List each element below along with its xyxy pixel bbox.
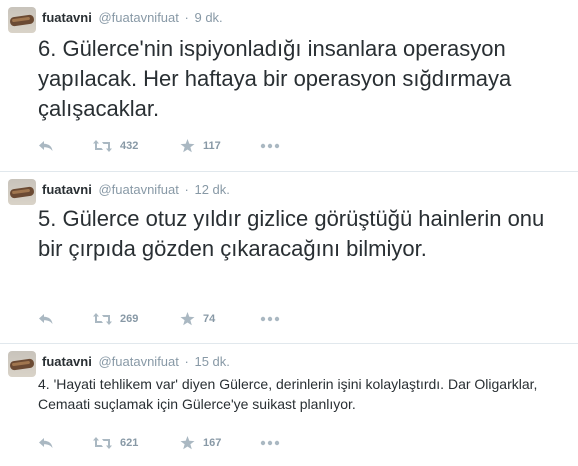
retweet-button[interactable]: 269 xyxy=(93,310,138,328)
more-button[interactable] xyxy=(260,137,280,155)
avatar[interactable] xyxy=(8,351,36,377)
more-button[interactable] xyxy=(260,434,280,452)
user-name[interactable]: fuatavni xyxy=(42,182,92,197)
reply-icon xyxy=(39,314,53,324)
user-handle[interactable]: @fuatavnifuat xyxy=(98,10,178,25)
reply-button[interactable] xyxy=(38,310,54,328)
separator-dot: · xyxy=(184,354,189,369)
user-handle[interactable]: @fuatavnifuat xyxy=(98,354,178,369)
tweet: fuatavni @fuatavnifuat · 15 dk. 4. 'Haya… xyxy=(0,344,578,466)
more-icon xyxy=(260,143,280,149)
favorite-count: 117 xyxy=(203,140,221,152)
retweet-button[interactable]: 621 xyxy=(93,434,138,452)
timestamp[interactable]: 15 dk. xyxy=(194,354,229,369)
timestamp[interactable]: 12 dk. xyxy=(194,182,229,197)
more-button[interactable] xyxy=(260,310,280,328)
more-icon xyxy=(260,440,280,446)
retweet-count: 621 xyxy=(120,437,139,449)
retweet-count: 269 xyxy=(120,313,139,325)
favorite-button[interactable]: 167 xyxy=(180,434,221,452)
favorite-icon xyxy=(180,436,195,450)
tweet-text: 5. Gülerce otuz yıldır gizlice görüştüğü… xyxy=(38,206,545,261)
tweet: fuatavni @fuatavnifuat · 9 dk. 6. Gülerc… xyxy=(0,0,578,172)
reply-button[interactable] xyxy=(38,434,54,452)
reply-button[interactable] xyxy=(38,137,54,155)
avatar[interactable] xyxy=(8,7,36,33)
favorite-button[interactable]: 74 xyxy=(180,310,215,328)
tweet-header: fuatavni @fuatavnifuat · 9 dk. xyxy=(42,10,223,26)
favorite-icon xyxy=(180,312,195,326)
tweet-header: fuatavni @fuatavnifuat · 12 dk. xyxy=(42,182,230,198)
retweet-icon xyxy=(93,313,112,325)
tweet-text: 6. Gülerce'nin ispiyonladığı insanlara o… xyxy=(38,36,512,121)
favorite-icon xyxy=(180,139,195,153)
user-handle[interactable]: @fuatavnifuat xyxy=(98,182,178,197)
retweet-count: 432 xyxy=(120,140,139,152)
retweet-icon xyxy=(93,140,112,152)
retweet-button[interactable]: 432 xyxy=(93,137,138,155)
tweet: fuatavni @fuatavnifuat · 12 dk. 5. Güler… xyxy=(0,172,578,344)
favorite-count: 74 xyxy=(203,313,216,325)
favorite-count: 167 xyxy=(203,437,222,449)
tweet-header: fuatavni @fuatavnifuat · 15 dk. xyxy=(42,354,230,370)
more-icon xyxy=(260,316,280,322)
separator-dot: · xyxy=(184,182,189,197)
reply-icon xyxy=(39,141,53,151)
user-name[interactable]: fuatavni xyxy=(42,354,92,369)
separator-dot: · xyxy=(184,10,189,25)
favorite-button[interactable]: 117 xyxy=(180,137,221,155)
avatar[interactable] xyxy=(8,179,36,205)
timestamp[interactable]: 9 dk. xyxy=(194,10,222,25)
reply-icon xyxy=(39,438,53,448)
tweet-text: 4. 'Hayati tehlikem var' diyen Gülerce, … xyxy=(38,376,538,412)
retweet-icon xyxy=(93,437,112,449)
user-name[interactable]: fuatavni xyxy=(42,10,92,25)
